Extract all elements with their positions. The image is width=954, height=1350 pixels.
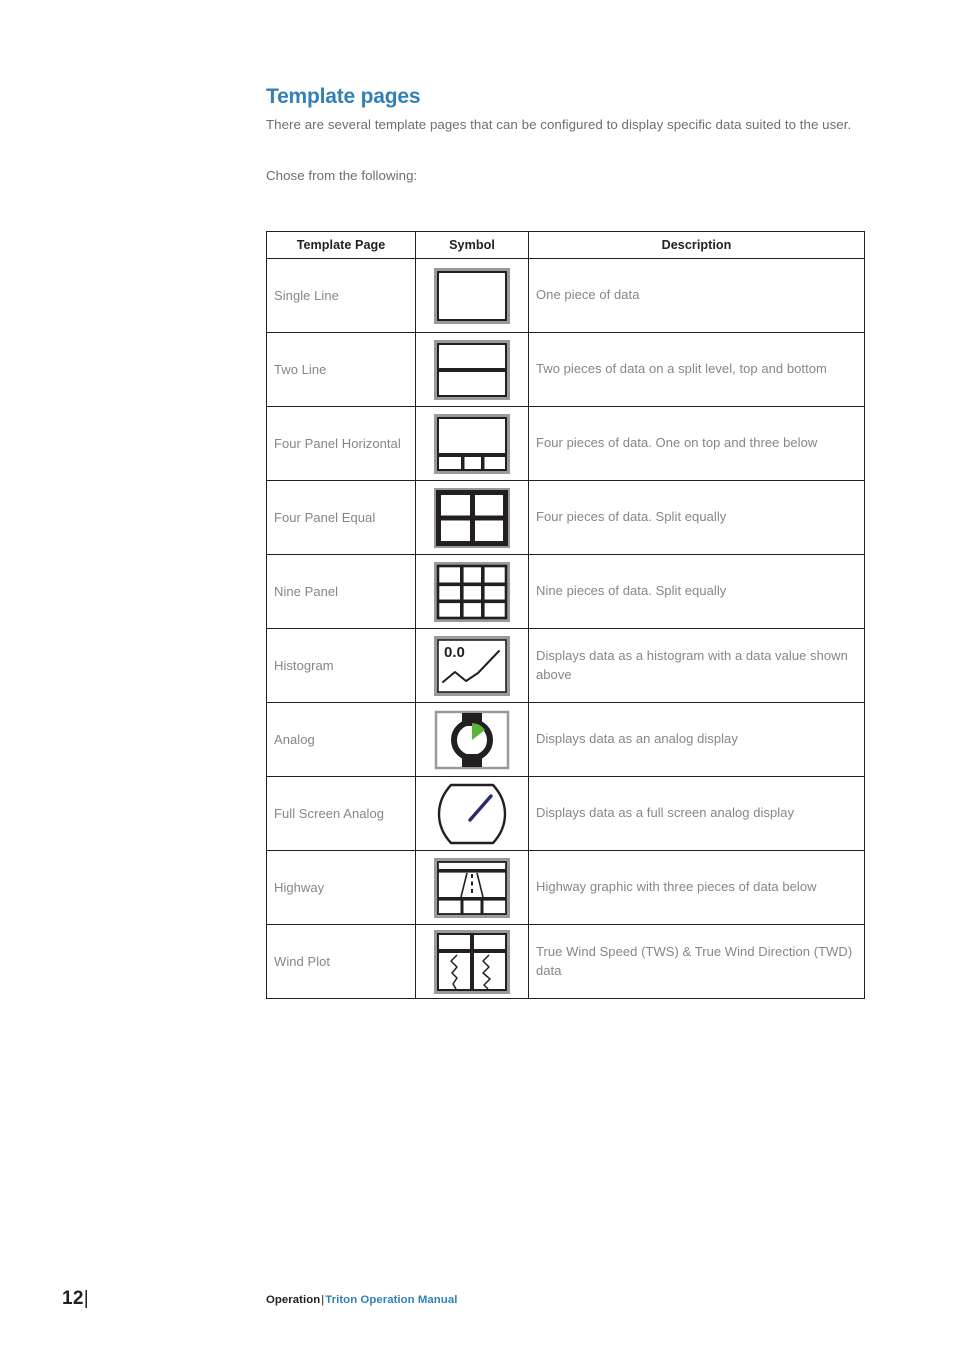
cell-symbol — [415, 554, 529, 629]
cell-template-name: Four Panel Horizontal — [266, 406, 416, 481]
four-panel-equal-symbol — [434, 487, 510, 548]
cell-template-name: Highway — [266, 850, 416, 925]
intro-paragraph: There are several template pages that ca… — [266, 117, 852, 133]
cell-template-name: Two Line — [266, 332, 416, 407]
cell-description: Nine pieces of data. Split equally — [528, 554, 865, 629]
footer-section-label: Operation — [266, 1294, 321, 1306]
cell-template-name: Histogram — [266, 628, 416, 703]
cell-description: Displays data as a histogram with a data… — [528, 628, 865, 703]
cell-template-name: Analog — [266, 702, 416, 777]
cell-description: True Wind Speed (TWS) & True Wind Direct… — [528, 924, 865, 999]
table-row: Nine Panel Nine pieces of data. Split eq… — [266, 554, 865, 629]
table-row: Two Line Two pieces of data on a split l… — [266, 332, 865, 407]
page-number-bar: | — [83, 1288, 89, 1309]
highway-symbol — [434, 857, 510, 918]
single-line-symbol — [434, 267, 510, 324]
table-row: Analog Displays data as an analog displa… — [266, 702, 865, 777]
histogram-symbol: 0.0 — [434, 635, 510, 696]
table-header-row: Template Page Symbol Description — [266, 231, 865, 259]
cell-symbol — [415, 702, 529, 777]
template-pages-table: Template Page Symbol Description Single … — [266, 231, 865, 999]
table-row: Four Panel Horizontal Four pieces of dat… — [266, 406, 865, 481]
cell-template-name: Nine Panel — [266, 554, 416, 629]
cell-template-name: Wind Plot — [266, 924, 416, 999]
chose-from-following-text: Chose from the following: — [266, 167, 418, 183]
full-screen-analog-symbol — [437, 783, 507, 844]
cell-symbol — [415, 406, 529, 481]
cell-description: Displays data as a full screen analog di… — [528, 776, 865, 851]
cell-symbol — [415, 924, 529, 999]
cell-symbol — [415, 850, 529, 925]
page-header-block: Template pages There are several templat… — [266, 84, 864, 186]
cell-symbol: 0.0 — [415, 628, 529, 703]
cell-description: Four pieces of data. Split equally — [528, 480, 865, 555]
page-footer: 12| Operation|Triton Operation Manual — [0, 1288, 954, 1322]
two-line-symbol — [434, 339, 510, 400]
footer-manual-title: Triton Operation Manual — [325, 1294, 458, 1306]
cell-description: Four pieces of data. One on top and thre… — [528, 406, 865, 481]
histogram-value-label: 0.0 — [444, 644, 465, 661]
cell-template-name: Single Line — [266, 258, 416, 333]
wind-plot-symbol — [434, 929, 510, 994]
table-row: Histogram 0.0 Displays data as a histogr… — [266, 628, 865, 703]
document-page: Template pages There are several templat… — [0, 0, 954, 1350]
cell-symbol — [415, 332, 529, 407]
footer-page-number: 12| — [62, 1288, 89, 1310]
page-number-value: 12 — [62, 1288, 84, 1309]
column-header-symbol: Symbol — [415, 231, 529, 259]
nine-panel-symbol — [434, 561, 510, 622]
cell-template-name: Full Screen Analog — [266, 776, 416, 851]
table-row: Highway Highway graphic with three piece… — [266, 850, 865, 925]
cell-symbol — [415, 480, 529, 555]
page-title: Template pages — [266, 85, 421, 108]
table-row: Full Screen Analog Displays data as a fu… — [266, 776, 865, 851]
cell-template-name: Four Panel Equal — [266, 480, 416, 555]
footer-caption: Operation|Triton Operation Manual — [266, 1294, 457, 1306]
cell-symbol — [415, 776, 529, 851]
cell-description: Two pieces of data on a split level, top… — [528, 332, 865, 407]
cell-symbol — [415, 258, 529, 333]
cell-description: One piece of data — [528, 258, 865, 333]
table-row: Wind Plot True Wind Speed (TWS) & True W… — [266, 924, 865, 999]
four-panel-horizontal-symbol — [434, 413, 510, 474]
table-row: Four Panel Equal Four pieces of data. Sp… — [266, 480, 865, 555]
column-header-template-page: Template Page — [266, 231, 416, 259]
table-row: Single Line One piece of data — [266, 258, 865, 333]
cell-description: Displays data as an analog display — [528, 702, 865, 777]
analog-symbol — [434, 710, 510, 769]
cell-description: Highway graphic with three pieces of dat… — [528, 850, 865, 925]
column-header-description: Description — [528, 231, 865, 259]
